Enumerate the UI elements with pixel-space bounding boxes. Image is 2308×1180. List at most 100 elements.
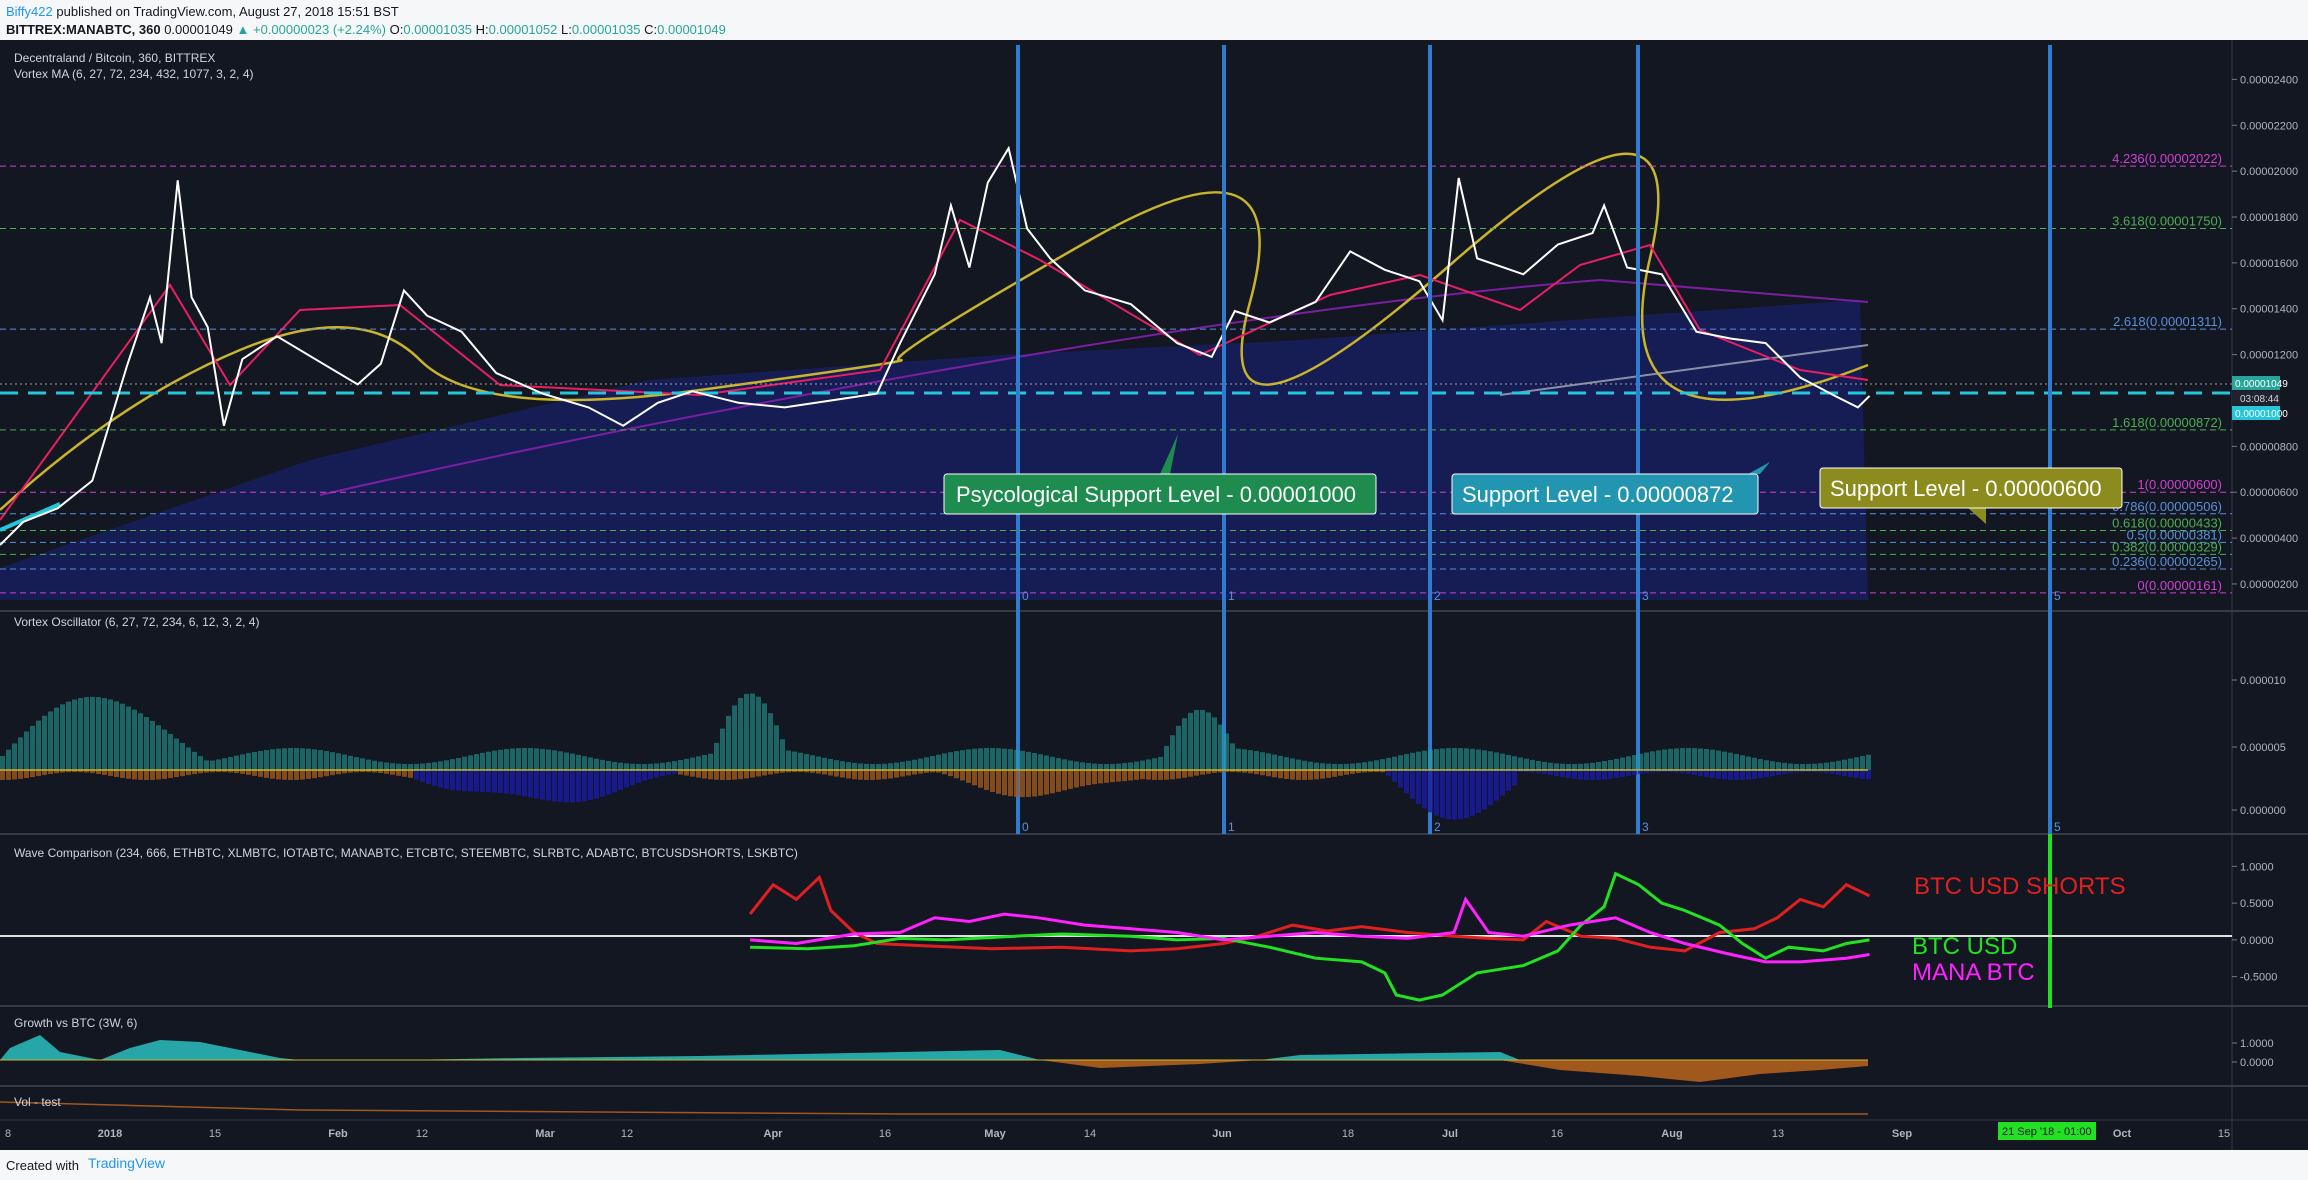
oscillator-bar-down (1758, 770, 1763, 779)
oscillator-bar-down (1548, 770, 1553, 776)
oscillator-bar-up (1692, 748, 1697, 770)
oscillator-bar-down (726, 770, 731, 780)
oscillator-bar-down (642, 770, 647, 781)
oscillator-bar-up (558, 751, 563, 770)
oscillator-bar-up (1482, 750, 1487, 770)
oscillator-bar-up (384, 762, 389, 770)
oscillator-bar-up (1734, 753, 1739, 770)
oscillator-bar-down (1284, 770, 1289, 780)
fib-level-label: 0.236(0.00000265) (2112, 554, 2222, 569)
oscillator-bar-up (1578, 763, 1583, 770)
oscillator-bar-down (498, 770, 503, 793)
oscillator-bar-down (252, 770, 257, 776)
oscillator-bar-down (606, 770, 611, 795)
oscillator-bar-up (1716, 750, 1721, 770)
oscillator-bar-up (270, 749, 275, 770)
oscillator-bar-up (1620, 757, 1625, 770)
oscillator-bar-down (1626, 770, 1631, 776)
oscillator-bar-up (1464, 748, 1469, 770)
chart-svg[interactable]: 4.236(0.00002022) 3.618(0.00001750) 2.618(… (0, 40, 2308, 1150)
oscillator-bar-up (1530, 759, 1535, 770)
fib-level-label: 3.618(0.00001750) (2112, 213, 2222, 228)
oscillator-bar-up (1374, 760, 1379, 770)
axis-tick-label: 0.5000 (2240, 898, 2274, 910)
oscillator-bar-up (876, 763, 881, 770)
oscillator-bar-up (1008, 749, 1013, 770)
oscillator-bar-up (1626, 756, 1631, 770)
low-value: 0.00001035 (571, 22, 641, 37)
oscillator-bar-up (1500, 753, 1505, 770)
oscillator-bar-up (882, 763, 887, 770)
time-tick-label: 8 (5, 1128, 11, 1140)
oscillator-bar-up (798, 752, 803, 770)
oscillator-bar-up (1770, 761, 1775, 770)
oscillator-bar-up (1662, 749, 1667, 770)
oscillator-bar-up (1440, 748, 1445, 770)
axis-tick-label: 0.00001400 (2240, 304, 2298, 316)
header-quote-line: BITTREX:MANABTC, 360 0.00001049 ▲ +0.000… (6, 22, 726, 37)
oscillator-bar-up (852, 762, 857, 770)
oscillator-bar-down (696, 770, 701, 778)
oscillator-bar-down (714, 770, 719, 780)
oscillator-bar-down (24, 770, 29, 779)
oscillator-bar-up (780, 739, 785, 770)
axis-tick-label: 0.00002000 (2240, 166, 2298, 178)
oscillator-bar-up (1452, 748, 1457, 770)
oscillator-bar-up (480, 752, 485, 770)
oscillator-bar-up (546, 749, 551, 770)
cycle-label: 1 (1228, 820, 1235, 834)
oscillator-bar-down (396, 770, 401, 776)
time-tick-label: Mar (535, 1128, 555, 1140)
oscillator-bar-up (642, 763, 647, 770)
oscillator-bar-down (324, 770, 329, 777)
oscillator-bar-down (1152, 770, 1157, 780)
oscillator-bar-up (120, 703, 125, 770)
time-tick-label: Jul (1442, 1128, 1458, 1140)
oscillator-bar-down (1710, 770, 1715, 778)
oscillator-bar-down (1302, 770, 1307, 780)
oscillator-bar-down (312, 770, 317, 779)
oscillator-bar-down (996, 770, 1001, 794)
time-tick-label: Feb (328, 1128, 348, 1140)
oscillator-bar-down (1728, 770, 1733, 780)
time-tick-label: 15 (2218, 1128, 2230, 1140)
oscillator-bar-down (330, 770, 335, 776)
cycle-label: 0 (1022, 589, 1029, 603)
oscillator-bar-up (1386, 757, 1391, 770)
oscillator-bar-down (1320, 770, 1325, 779)
oscillator-bar-down (402, 770, 407, 777)
oscillator-bar-up (960, 750, 965, 770)
cycle-label: 5 (2054, 589, 2061, 603)
oscillator-bar-down (684, 770, 689, 776)
oscillator-bar-down (264, 770, 269, 778)
oscillator-bar-up (1434, 749, 1439, 770)
oscillator-bar-down (636, 770, 641, 783)
chart-canvas[interactable]: 4.236(0.00002022) 3.618(0.00001750) 2.618(… (0, 40, 2308, 1150)
oscillator-bar-down (1056, 770, 1061, 792)
oscillator-bar-down (1134, 770, 1139, 780)
oscillator-bar-down (1734, 770, 1739, 780)
oscillator-bar-down (828, 770, 833, 776)
oscillator-bar-down (960, 770, 965, 781)
oscillator-bar-down (1032, 770, 1037, 797)
oscillator-bar-up (78, 698, 83, 770)
oscillator-bar-down (1722, 770, 1727, 780)
cycle-label: 2 (1434, 820, 1441, 834)
tradingview-logo[interactable]: TradingView (88, 1155, 165, 1171)
oscillator-bar-up (1740, 755, 1745, 770)
oscillator-bar-up (372, 760, 377, 770)
oscillator-bar-up (1728, 752, 1733, 770)
author-link[interactable]: Biffy422 (6, 4, 53, 19)
oscillator-bar-up (516, 748, 521, 770)
oscillator-bar-down (600, 770, 605, 797)
oscillator-bar-down (1026, 770, 1031, 797)
last-price: 0.00001049 (164, 22, 233, 37)
oscillator-bar-down (1584, 770, 1589, 780)
axis-tick-label: 0.000010 (2240, 675, 2286, 687)
oscillator-bar-up (144, 717, 149, 770)
oscillator-bar-up (414, 763, 419, 770)
oscillator-bar-up (396, 763, 401, 770)
label-mana-btc: MANA BTC (1912, 959, 2035, 986)
oscillator-bar-up (1200, 709, 1205, 770)
oscillator-bar-down (1098, 770, 1103, 784)
